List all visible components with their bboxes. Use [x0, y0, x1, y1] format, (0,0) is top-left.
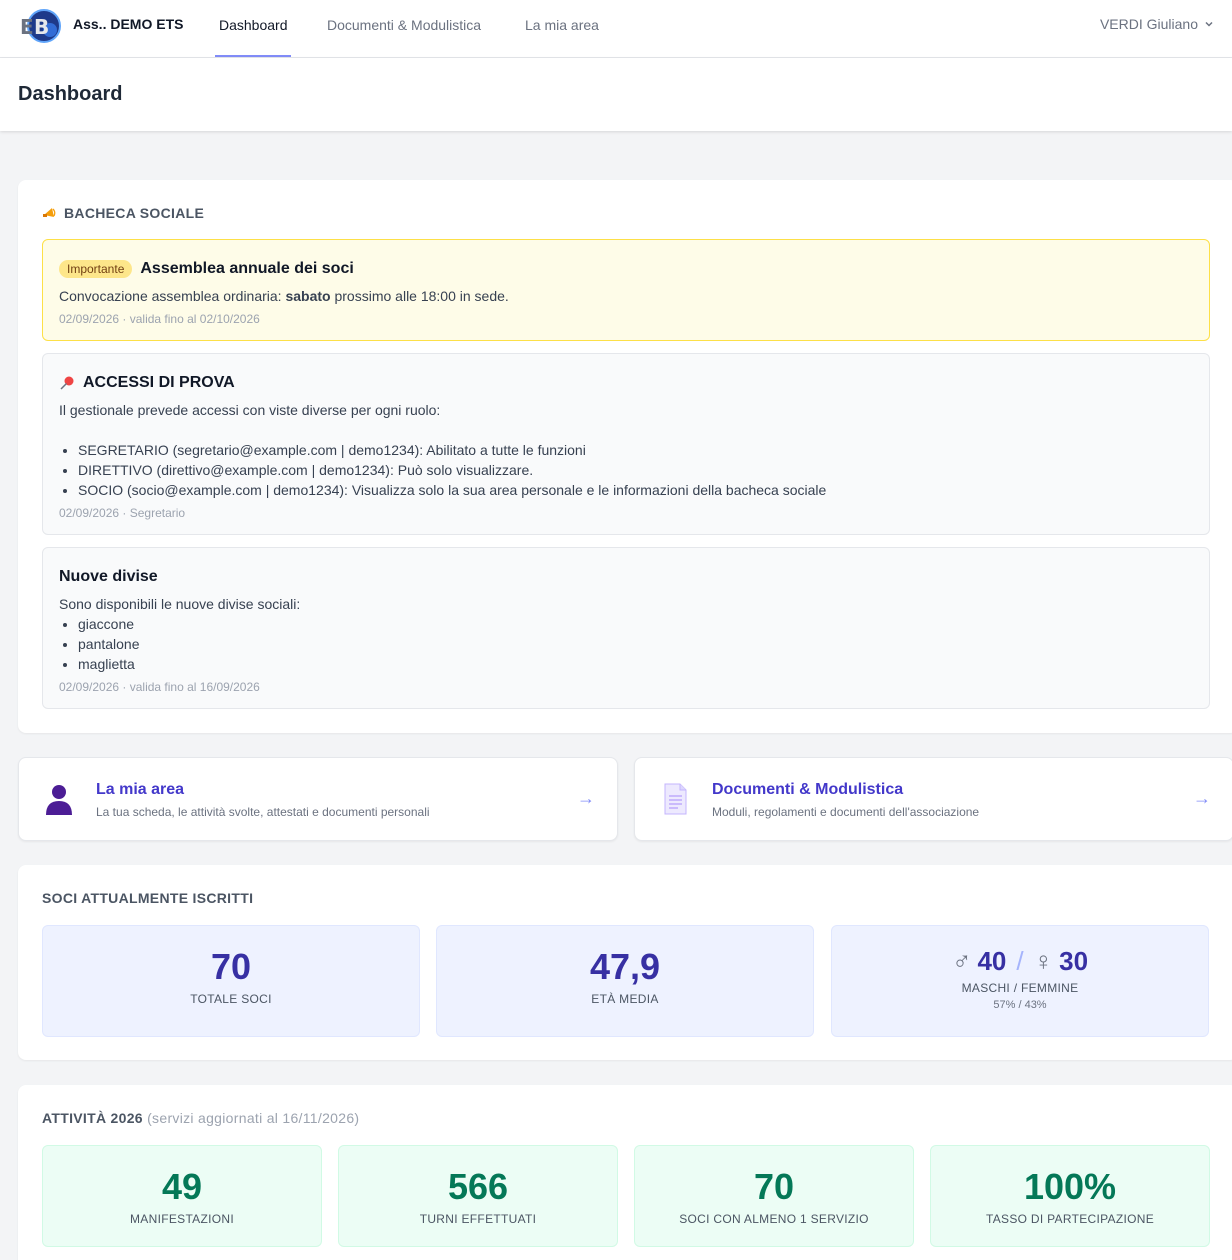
- chevron-down-icon: [1205, 21, 1213, 27]
- notice-item: ACCESSI DI PROVA Il gestionale prevede a…: [42, 353, 1210, 535]
- attivita-card: ATTIVITÀ 2026 (servizi aggiornati al 16/…: [18, 1085, 1232, 1260]
- activity-value: 566: [447, 1166, 509, 1207]
- activity-stat: 49 MANIFESTAZIONI: [42, 1145, 322, 1247]
- activity-stat: 566 TURNI EFFETTUATI: [338, 1145, 618, 1247]
- notice-body-text: prossimo alle 18:00 in sede.: [330, 288, 509, 304]
- activity-stat: 70 SOCI CON ALMENO 1 SERVIZIO: [634, 1145, 914, 1247]
- list-item: SOCIO (socio@example.com | demo1234): Vi…: [78, 480, 1193, 500]
- activity-value: 70: [753, 1166, 795, 1207]
- link-card-documenti[interactable]: Documenti & Modulistica Moduli, regolame…: [634, 757, 1232, 841]
- important-badge: Importante: [59, 260, 133, 278]
- list-item: pantalone: [78, 634, 1193, 654]
- bacheca-title: BACHECA SOCIALE: [42, 205, 204, 221]
- soci-title: SOCI ATTUALMENTE ISCRITTI: [42, 890, 254, 906]
- female-count: 30: [1059, 946, 1089, 976]
- activity-label: TURNI EFFETTUATI: [419, 1212, 537, 1226]
- link-card-desc: La tua scheda, le attività svolte, attes…: [96, 805, 430, 819]
- link-card-mia-area[interactable]: La mia area La tua scheda, le attività s…: [18, 757, 618, 841]
- gender-values: ♂ 40 / ♀ 30: [832, 946, 1208, 977]
- link-card-title: La mia area: [96, 781, 185, 798]
- user-name: VERDI Giuliano: [1099, 16, 1198, 32]
- female-icon: ♀: [1033, 946, 1054, 976]
- stat-label: ETÀ MEDIA: [591, 992, 659, 1006]
- notice-body-bold: sabato: [285, 288, 331, 304]
- top-navbar: E B Ass.. DEMO ETS Dashboard Documenti &…: [0, 0, 1232, 58]
- activity-label: SOCI CON ALMENO 1 SERVIZIO: [679, 1212, 869, 1226]
- gender-percent: 57% / 43%: [993, 999, 1047, 1011]
- notice-body-text: Il gestionale prevede accessi con viste …: [59, 402, 441, 418]
- user-menu[interactable]: VERDI Giuliano: [1100, 16, 1214, 32]
- link-card-desc: Moduli, regolamenti e documenti dell'ass…: [712, 805, 980, 819]
- link-card-title: Documenti & Modulistica: [712, 781, 904, 798]
- notice-body-text: Sono disponibili le nuove divise sociali…: [59, 596, 301, 612]
- attivita-title: ATTIVITÀ 2026 (servizi aggiornati al 16/…: [42, 1110, 359, 1126]
- bacheca-title-text: BACHECA SOCIALE: [64, 205, 205, 221]
- male-icon: ♂: [951, 946, 972, 976]
- attivita-subtitle: (servizi aggiornati al 16/11/2026): [147, 1110, 360, 1126]
- activity-label: TASSO DI PARTECIPAZIONE: [985, 1212, 1155, 1226]
- notice-title: Assemblea annuale dei soci: [140, 260, 354, 277]
- activity-value: 100%: [1023, 1166, 1117, 1207]
- list-item: SEGRETARIO (segretario@example.com | dem…: [78, 440, 1193, 460]
- gender-separator: /: [1016, 946, 1024, 976]
- stat-eta-media: 47,9 ETÀ MEDIA: [436, 925, 814, 1037]
- activity-label: MANIFESTAZIONI: [130, 1212, 234, 1226]
- list-item: DIRETTIVO (direttivo@example.com | demo1…: [78, 460, 1193, 480]
- notice-title: Nuove divise: [59, 568, 158, 585]
- stat-label: TOTALE SOCI: [190, 992, 272, 1006]
- notice-item: Nuove divise Sono disponibili le nuove d…: [42, 547, 1210, 709]
- notice-meta: 02/09/2026 · Segretario: [59, 506, 186, 520]
- active-tab-indicator: [215, 55, 291, 57]
- notice-title: ACCESSI DI PROVA: [83, 374, 235, 391]
- notice-meta: 02/09/2026 · valida fino al 02/10/2026: [59, 312, 260, 326]
- notice-item: Importante Assemblea annuale dei soci Co…: [42, 239, 1210, 341]
- notice-meta: 02/09/2026 · valida fino al 16/09/2026: [59, 680, 260, 694]
- svg-text:E: E: [20, 15, 34, 39]
- activity-stat: 100% TASSO DI PARTECIPAZIONE: [930, 1145, 1210, 1247]
- pushpin-icon: [60, 376, 74, 390]
- notice-body-text: Convocazione assemblea ordinaria:: [59, 288, 286, 304]
- stat-value: 47,9: [589, 946, 661, 987]
- attivita-title-main: ATTIVITÀ 2026: [42, 1110, 143, 1126]
- brand-name[interactable]: Ass.. DEMO ETS: [73, 16, 183, 32]
- stat-totale-soci: 70 TOTALE SOCI: [42, 925, 420, 1037]
- activity-value: 49: [161, 1166, 203, 1207]
- page-title: Dashboard: [18, 83, 123, 105]
- page-header: Dashboard: [0, 58, 1232, 131]
- logo-icon[interactable]: E B: [20, 8, 64, 44]
- list-item: giaccone: [78, 614, 1193, 634]
- document-icon: [659, 782, 691, 816]
- nav-documenti[interactable]: Documenti & Modulistica: [327, 17, 481, 33]
- user-icon: [43, 782, 75, 816]
- stat-label: MASCHI / FEMMINE: [961, 981, 1079, 995]
- megaphone-icon: [43, 208, 56, 217]
- arrow-right-icon: →: [1193, 788, 1211, 808]
- stat-value: 70: [210, 946, 252, 987]
- arrow-right-icon: →: [577, 788, 595, 808]
- notice-body: Sono disponibili le nuove divise sociali…: [59, 594, 1193, 674]
- male-count: 40: [977, 946, 1007, 976]
- nav-mia-area[interactable]: La mia area: [525, 17, 599, 33]
- notice-body: Convocazione assemblea ordinaria: sabato…: [59, 286, 1193, 306]
- list-item: maglietta: [78, 654, 1193, 674]
- bacheca-card: BACHECA SOCIALE Importante Assemblea ann…: [18, 180, 1232, 733]
- svg-text:B: B: [34, 15, 49, 39]
- soci-stats-card: SOCI ATTUALMENTE ISCRITTI 70 TOTALE SOCI…: [18, 865, 1232, 1060]
- stat-genere: ♂ 40 / ♀ 30 MASCHI / FEMMINE 57% / 43%: [831, 925, 1209, 1037]
- notice-body: Il gestionale prevede accessi con viste …: [59, 400, 1193, 500]
- nav-dashboard[interactable]: Dashboard: [219, 17, 288, 33]
